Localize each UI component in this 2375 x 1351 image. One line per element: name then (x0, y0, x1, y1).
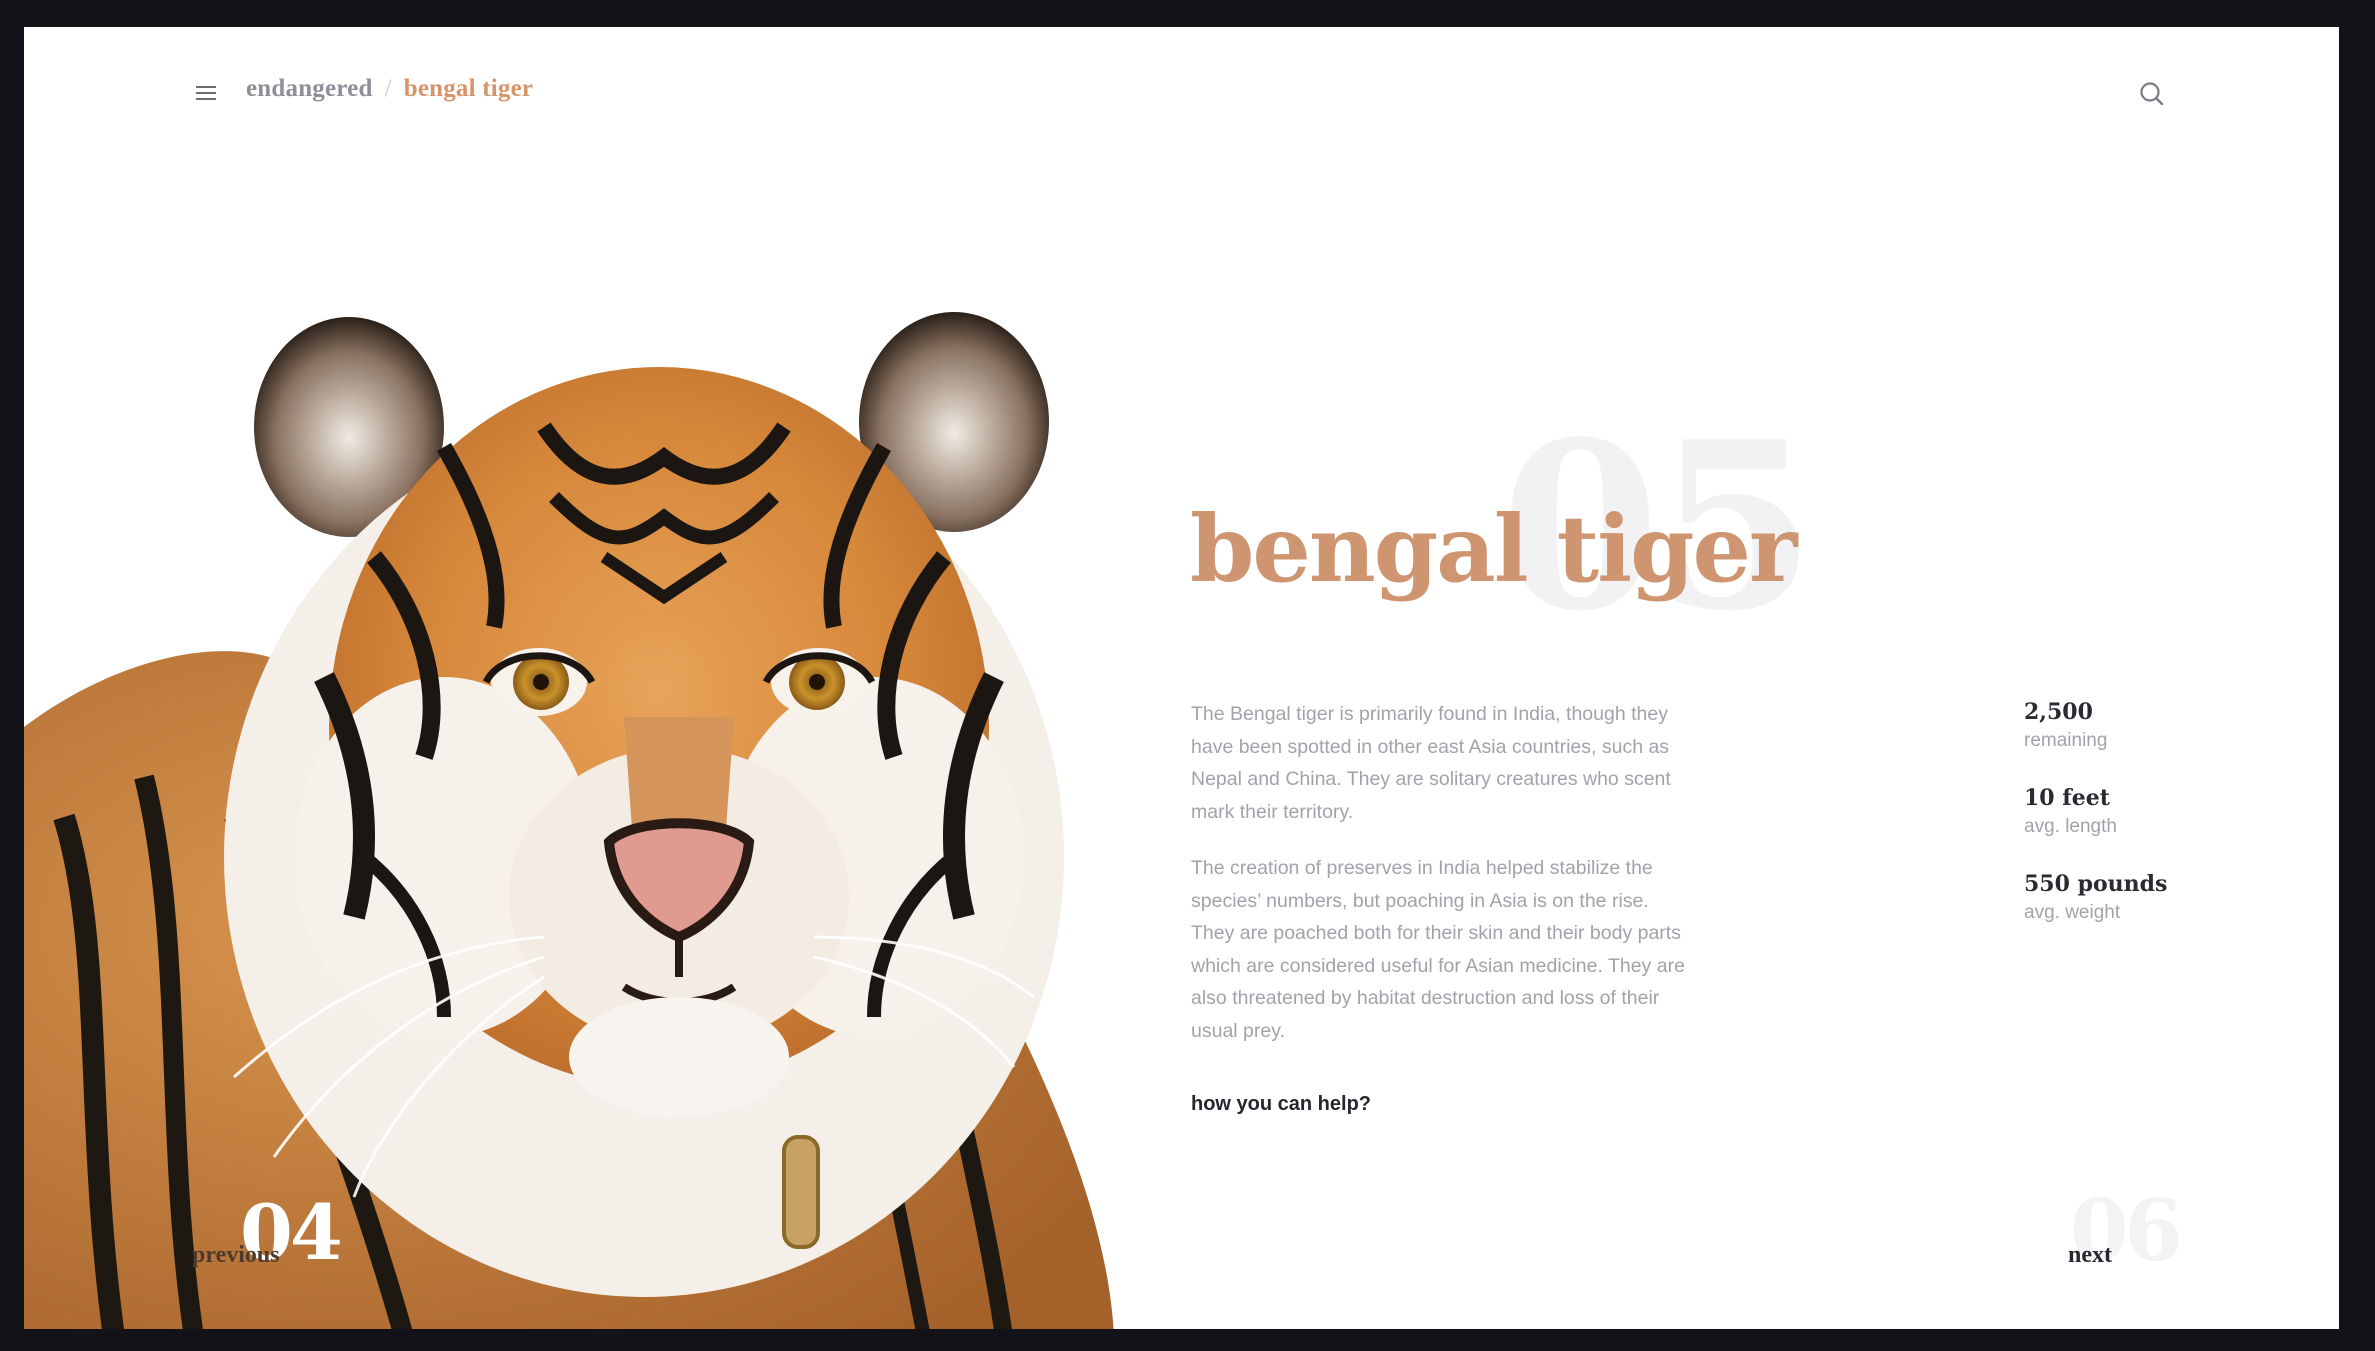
stat-label: avg. length (2024, 816, 2117, 837)
top-bar: endangered / bengal tiger (24, 27, 2339, 157)
breadcrumb: endangered / bengal tiger (246, 75, 533, 103)
description-paragraph: The creation of preserves in India helpe… (1191, 857, 1685, 1042)
stat-value: 2,500 (2024, 699, 2093, 725)
stat-value: 10 feet (2024, 785, 2110, 811)
stat-item: 2,500 remaining (2024, 697, 2167, 755)
how-you-can-help-link[interactable]: how you can help? (1191, 1093, 1371, 1116)
page-frame: endangered / bengal tiger 05 bengal tige… (24, 27, 2339, 1329)
stat-item: 10 feet avg. length (2024, 783, 2167, 841)
breadcrumb-separator: / (384, 75, 392, 102)
next-link[interactable]: next (2068, 1242, 2112, 1269)
description-paragraph: The Bengal tiger is primarily found in I… (1191, 703, 1671, 823)
previous-link[interactable]: previous (192, 1242, 280, 1269)
breadcrumb-root-link[interactable]: endangered (246, 75, 373, 102)
page-title: bengal tiger (1190, 495, 1797, 603)
stat-label: remaining (2024, 730, 2108, 751)
hamburger-menu-icon[interactable] (196, 84, 218, 102)
stat-label: avg. weight (2024, 902, 2121, 923)
breadcrumb-current: bengal tiger (403, 75, 534, 102)
bengal-tiger-image (24, 312, 1114, 1329)
stat-value: 550 pounds (2024, 871, 2168, 897)
stats-list: 2,500 remaining 10 feet avg. length 550 … (2024, 697, 2167, 955)
stat-item: 550 pounds avg. weight (2024, 869, 2167, 927)
search-icon[interactable] (2138, 80, 2166, 108)
